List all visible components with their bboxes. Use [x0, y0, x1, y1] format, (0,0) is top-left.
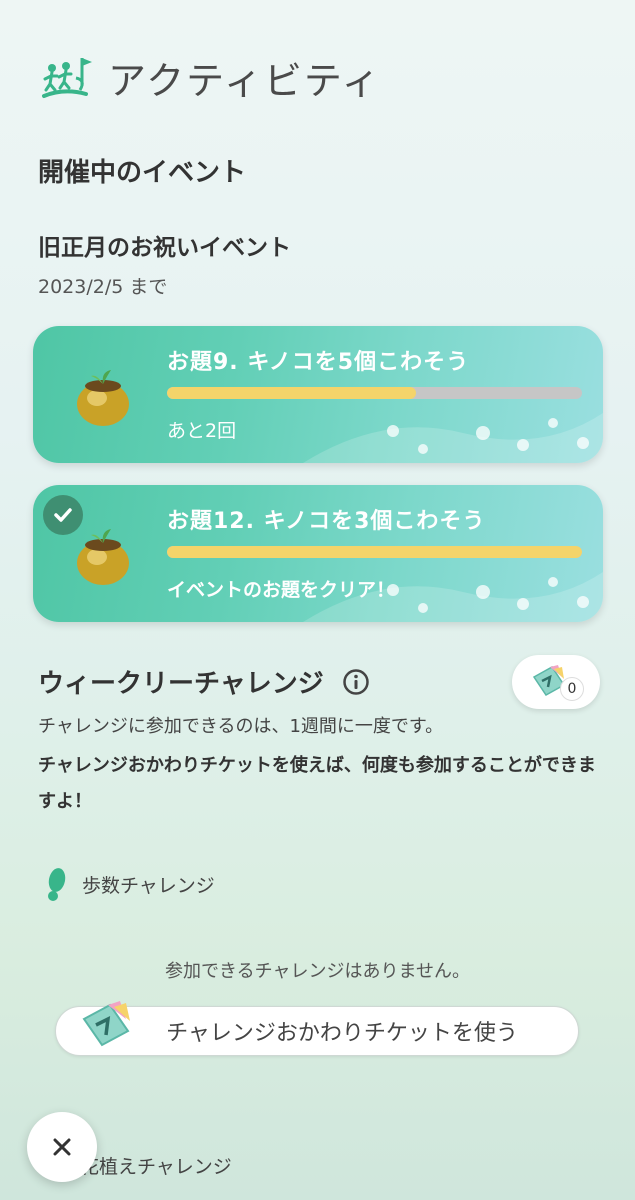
- activity-runners-icon: [42, 57, 92, 98]
- event-task-card-9[interactable]: お題9. キノコを5個こわそう あと2回: [33, 326, 603, 463]
- weekly-description: チャレンジに参加できるのは、1週間に一度です。: [38, 716, 444, 737]
- close-icon: [53, 1138, 71, 1156]
- close-button[interactable]: [27, 1112, 97, 1182]
- event-name: 旧正月のお祝いイベント: [38, 235, 291, 261]
- weekly-challenge-title: ウィークリーチャレンジ: [38, 663, 370, 700]
- weekly-ticket-hint: チャレンジおかわりチケットを使えば、何度も参加することができますよ！: [38, 755, 596, 812]
- ticket-count: 0: [560, 677, 584, 701]
- task-status: イベントのお題をクリア！: [167, 579, 396, 601]
- step-challenge-label: 歩数チャレンジ: [82, 874, 215, 897]
- step-challenge-header: 歩数チャレンジ: [44, 866, 215, 902]
- task-progress-fill: [167, 546, 582, 558]
- task-title: お題9. キノコを5個こわそう: [167, 350, 470, 375]
- task-progress-bar: [167, 546, 582, 558]
- golden-pot-icon: [77, 370, 129, 426]
- flower-challenge-label: 花植えチャレンジ: [80, 1155, 232, 1178]
- no-challenge-message: 参加できるチャレンジはありません。: [165, 961, 470, 982]
- ticket-count-badge[interactable]: 0: [512, 655, 600, 709]
- flower-field-decoration: [303, 413, 603, 463]
- refill-ticket-icon: [82, 1001, 130, 1047]
- footprint-icon: [48, 868, 66, 901]
- task-status: あと2回: [167, 420, 237, 442]
- events-section-title: 開催中のイベント: [38, 158, 247, 188]
- event-task-card-12[interactable]: お題12. キノコを3個こわそう イベントのお題をクリア！: [33, 485, 603, 622]
- task-title: お題12. キノコを3個こわそう: [167, 509, 486, 534]
- header: アクティビティ: [40, 50, 382, 105]
- page-title: アクティビティ: [108, 59, 382, 103]
- info-icon[interactable]: [342, 668, 370, 696]
- use-refill-ticket-label: チャレンジおかわりチケットを使う: [166, 1021, 518, 1046]
- golden-pot-icon: [77, 529, 129, 585]
- use-refill-ticket-button[interactable]: チャレンジおかわりチケットを使う: [55, 1001, 579, 1056]
- task-progress-bar: [167, 387, 582, 399]
- weekly-challenge-label: ウィークリーチャレンジ: [38, 669, 324, 699]
- event-date: 2023/2/5 まで: [38, 276, 168, 298]
- task-progress-fill: [167, 387, 416, 399]
